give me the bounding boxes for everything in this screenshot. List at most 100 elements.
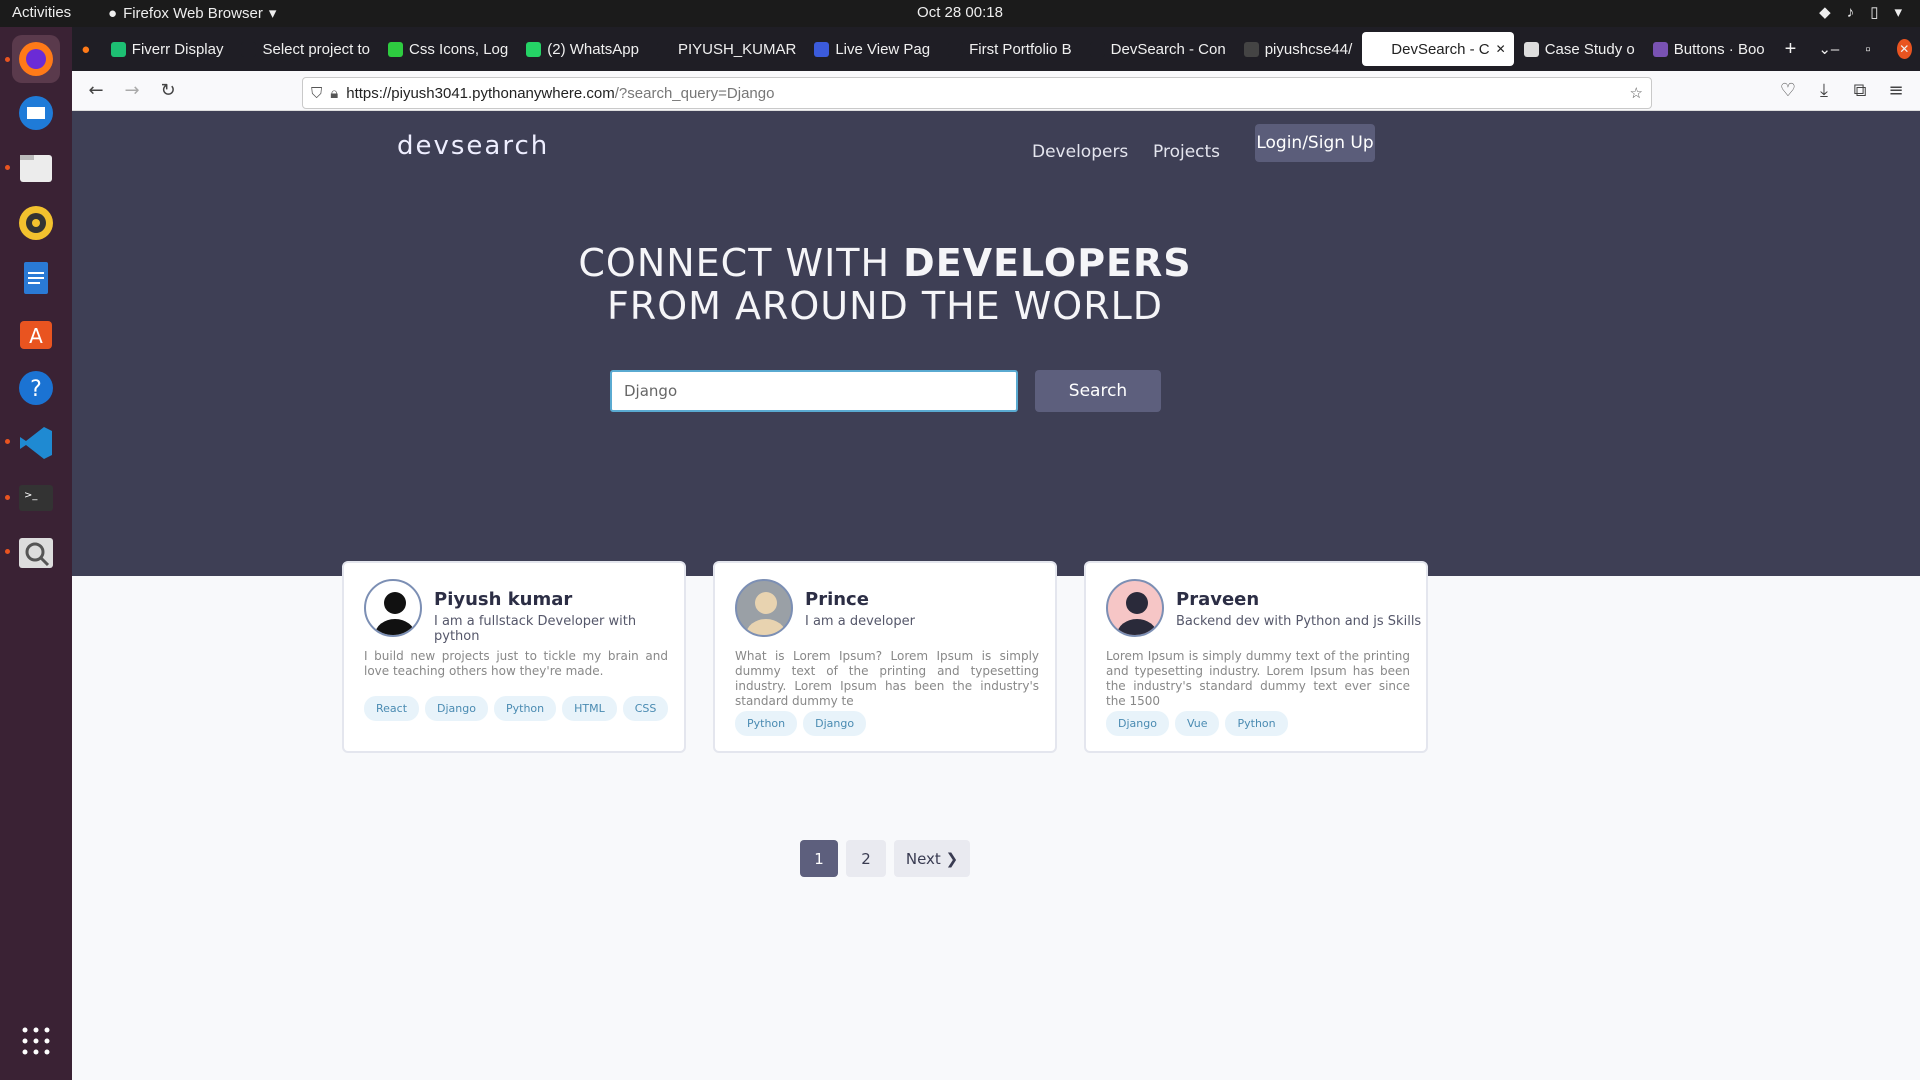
shield-icon[interactable]: ⛉: [311, 85, 322, 102]
system-tray[interactable]: ◆ ♪ ▯ ▾: [1819, 3, 1902, 22]
skill-tag: Python: [493, 696, 557, 721]
restore-icon[interactable]: ▫: [1865, 41, 1870, 58]
menu-icon[interactable]: ≡: [1878, 73, 1914, 109]
magnifier-icon[interactable]: [12, 529, 60, 577]
help-icon[interactable]: ?: [12, 364, 60, 412]
skill-tags: Django Vue Python: [1106, 711, 1288, 736]
headline-bold: DEVELOPERS: [903, 241, 1192, 285]
tab-favicon-icon: [110, 41, 126, 57]
hero-section: devsearch Developers Projects Login/Sign…: [72, 111, 1920, 576]
show-apps-icon[interactable]: [12, 1017, 60, 1065]
vscode-icon[interactable]: [12, 419, 60, 467]
developer-avatar: [735, 579, 793, 637]
developer-name[interactable]: Prince: [805, 589, 869, 610]
rhythmbox-icon[interactable]: [12, 199, 60, 247]
search-input[interactable]: Django: [610, 370, 1018, 412]
url-bar[interactable]: ⛉ 🔒︎ https://piyush3041.pythonanywhere.c…: [302, 77, 1652, 109]
firefox-icon[interactable]: [12, 35, 60, 83]
volume-icon: ♪: [1846, 3, 1855, 21]
os-top-bar: Activities ● Firefox Web Browser ▾ Oct 2…: [0, 0, 1920, 27]
nav-developers-link[interactable]: Developers: [1032, 142, 1128, 162]
tab-favicon-icon: [948, 41, 964, 57]
developer-bio: I build new projects just to tickle my b…: [364, 649, 668, 678]
developer-card[interactable]: Praveen Backend dev with Python and js Sk…: [1084, 561, 1428, 753]
back-icon[interactable]: ←: [78, 73, 114, 109]
browser-tab[interactable]: piyushcse44/: [1236, 32, 1361, 66]
developer-card[interactable]: Prince I am a developer What is Lorem Ipsu…: [713, 561, 1057, 753]
battery-icon: ▯: [1870, 4, 1879, 21]
developer-name[interactable]: Piyush kumar: [434, 589, 572, 610]
skill-tags: Python Django: [735, 711, 867, 736]
skill-tag: React: [364, 696, 420, 721]
tab-label: Buttons · Boo: [1673, 40, 1765, 58]
thunderbird-icon[interactable]: [12, 89, 60, 137]
tab-favicon-icon: [1652, 41, 1668, 57]
tab-favicon-icon: [1523, 41, 1539, 57]
bookmark-star-icon[interactable]: ☆: [1630, 84, 1643, 102]
site-logo[interactable]: devsearch: [397, 131, 549, 161]
developer-headline: I am a developer: [805, 614, 915, 629]
tab-label: piyushcse44/: [1264, 40, 1353, 58]
terminal-icon[interactable]: >_: [12, 474, 60, 522]
forward-icon[interactable]: →: [114, 73, 150, 109]
tab-favicon-icon: [1243, 41, 1259, 57]
extensions-icon[interactable]: ⧉: [1842, 73, 1878, 109]
browser-tab[interactable]: Case Study o: [1516, 32, 1643, 66]
minimize-icon[interactable]: –: [1831, 41, 1839, 58]
tab-label: Css Icons, Log: [409, 40, 509, 58]
browser-tab[interactable]: Fiverr Display: [103, 32, 232, 66]
software-center-icon[interactable]: A: [12, 309, 60, 357]
clock[interactable]: Oct 28 00:18: [0, 4, 1920, 21]
skill-tag: Django: [425, 696, 488, 721]
headline-light: CONNECT WITH: [578, 241, 904, 285]
skill-tags: React Django Python HTML CSS: [364, 696, 669, 721]
browser-tab[interactable]: Css Icons, Log: [380, 32, 516, 66]
tab-label: First Portfolio B: [969, 40, 1072, 58]
pocket-icon[interactable]: ♡: [1770, 73, 1806, 109]
browser-tab[interactable]: First Portfolio B: [940, 32, 1080, 66]
login-signup-button[interactable]: Login/Sign Up: [1255, 124, 1375, 162]
search-button[interactable]: Search: [1035, 370, 1161, 412]
url-domain: https://piyush3041.pythonanywhere.com: [346, 84, 615, 102]
skill-tag: Django: [1106, 711, 1169, 736]
developer-headline: I am a fullstack Developer with python: [434, 614, 637, 644]
developer-name[interactable]: Praveen: [1176, 589, 1259, 610]
svg-text:?: ?: [30, 377, 42, 402]
browser-tab[interactable]: DevSearch - Con: [1082, 32, 1234, 66]
files-icon[interactable]: [12, 144, 60, 192]
headline-line-2: FROM AROUND THE WORLD: [606, 284, 1164, 328]
svg-text:A: A: [29, 324, 43, 348]
reload-icon[interactable]: ↻: [150, 73, 186, 109]
tab-favicon-icon: [1089, 41, 1105, 57]
developer-card[interactable]: Piyush kumar I am a fullstack Developer w…: [342, 561, 686, 753]
tab-label: Select project to: [262, 40, 371, 58]
lock-icon[interactable]: 🔒︎: [330, 85, 338, 102]
developer-bio: What is Lorem Ipsum? Lorem Ipsum is simp…: [735, 649, 1039, 708]
close-window-icon[interactable]: ✕: [1896, 39, 1912, 59]
tab-favicon-icon: [241, 41, 257, 57]
page-1-button[interactable]: 1: [800, 840, 838, 877]
svg-text:>_: >_: [24, 490, 38, 501]
tab-list-icon[interactable]: ⌄: [1818, 40, 1831, 58]
browser-tab[interactable]: PIYUSH_KUMAR: [649, 32, 804, 66]
developer-headline: Backend dev with Python and js Skills: [1176, 614, 1422, 629]
url-path: /?search_query=Django: [614, 84, 775, 102]
browser-tab[interactable]: DevSearch - C ✕: [1362, 32, 1514, 66]
close-tab-icon[interactable]: ✕: [1496, 42, 1506, 56]
firefox-view-icon[interactable]: ●: [81, 41, 103, 58]
tab-favicon-icon: [814, 41, 830, 57]
nav-projects-link[interactable]: Projects: [1153, 142, 1220, 162]
new-tab-icon[interactable]: +: [1785, 38, 1797, 61]
page-2-button[interactable]: 2: [846, 840, 886, 877]
browser-tab[interactable]: (2) WhatsApp: [518, 32, 647, 66]
tab-bar: ● Fiverr Display Select project to Css Ico…: [72, 27, 1920, 71]
browser-window: ● Fiverr Display Select project to Css Ico…: [72, 27, 1920, 1080]
downloads-icon[interactable]: ⤓: [1806, 73, 1842, 109]
next-page-button[interactable]: Next ❯: [894, 840, 970, 877]
power-menu-icon: ▾: [1894, 4, 1902, 21]
tab-favicon-icon: [1370, 41, 1386, 57]
browser-tab[interactable]: Select project to: [233, 32, 378, 66]
browser-tab[interactable]: Live View Pag: [806, 32, 938, 66]
writer-icon[interactable]: [12, 254, 60, 302]
browser-tab[interactable]: Buttons · Boo: [1645, 32, 1773, 66]
